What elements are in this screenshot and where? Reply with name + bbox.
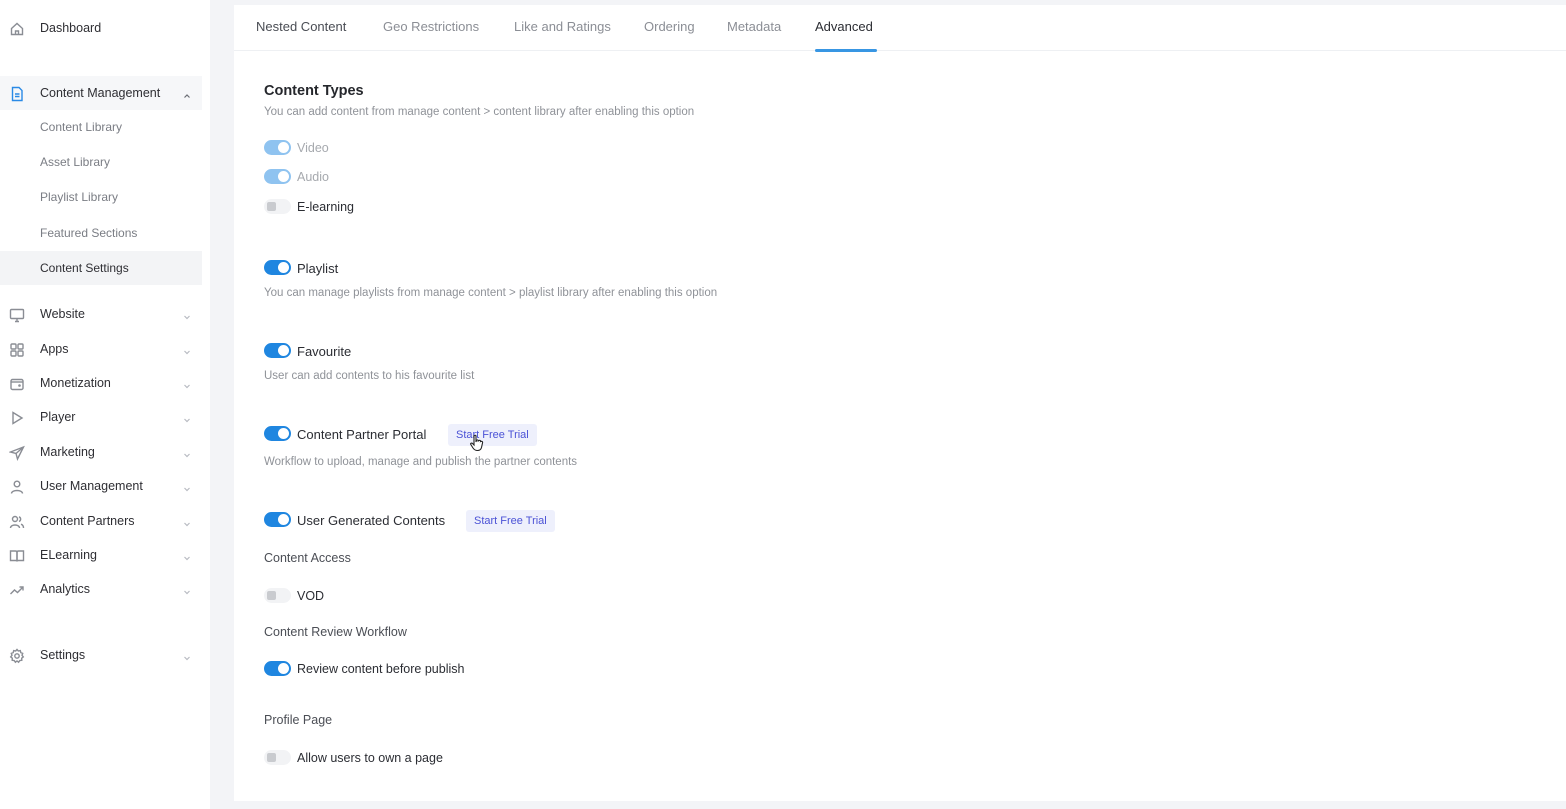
tab-ordering[interactable]: Ordering (644, 19, 695, 34)
send-icon (8, 444, 26, 462)
sidebar-item-content-partners[interactable]: Content Partners (0, 504, 202, 538)
sidebar-item-label: Player (40, 410, 76, 424)
video-toggle[interactable] (264, 140, 291, 155)
tab-geo-restrictions[interactable]: Geo Restrictions (383, 19, 479, 34)
favourite-description: User can add contents to his favourite l… (264, 370, 475, 382)
user-generated-contents-start-trial-button[interactable]: Start Free Trial (466, 510, 555, 532)
playlist-description: You can manage playlists from manage con… (264, 287, 718, 299)
sidebar-item-label: Analytics (40, 582, 91, 596)
content-types-description: You can add content from manage content … (264, 106, 695, 118)
sidebar-item-label: Settings (40, 648, 86, 662)
settings-tabs: Nested Content Geo Restrictions Like and… (234, 5, 1566, 52)
sidebar-item-label: Marketing (40, 445, 95, 459)
gear-icon (8, 647, 26, 665)
sidebar-item-label: Content Management (40, 86, 161, 100)
sidebar-subitem-label: Content Settings (40, 261, 129, 275)
sidebar-subitem-content-settings[interactable]: Content Settings (0, 251, 202, 285)
sidebar-subitem-asset-library[interactable]: Asset Library (0, 145, 202, 179)
trend-icon (8, 581, 26, 599)
sidebar-item-label: Content Partners (40, 514, 135, 528)
allow-own-page-toggle[interactable] (264, 750, 291, 765)
review-before-publish-label: Review content before publish (297, 662, 465, 676)
content-partner-portal-description: Workflow to upload, manage and publish t… (264, 456, 578, 468)
sidebar-item-label: Website (40, 307, 85, 321)
chevron-down-icon[interactable] (182, 344, 192, 355)
sidebar-item-label: ELearning (40, 548, 97, 562)
monitor-icon (8, 306, 26, 324)
chevron-up-icon[interactable] (182, 88, 192, 98)
sidebar-subitem-label: Content Library (40, 120, 123, 134)
audio-label: Audio (297, 170, 329, 184)
vod-label: VOD (297, 589, 325, 603)
sidebar-item-dashboard[interactable]: Dashboard (0, 11, 202, 45)
sidebar-item-monetization[interactable]: Monetization (0, 366, 202, 400)
grid-icon (8, 341, 26, 359)
sidebar-item-label: User Management (40, 479, 143, 493)
content-partner-portal-start-trial-button[interactable]: Start Free Trial (448, 424, 537, 446)
sidebar-item-apps[interactable]: Apps (0, 332, 202, 366)
sidebar-subitem-content-library[interactable]: Content Library (0, 110, 202, 144)
home-icon (8, 20, 26, 38)
content-access-heading: Content Access (264, 551, 351, 565)
chevron-down-icon[interactable] (182, 309, 192, 320)
sidebar-item-player[interactable]: Player (0, 400, 202, 434)
content-settings-panel: Nested Content Geo Restrictions Like and… (234, 5, 1566, 801)
content-review-workflow-heading: Content Review Workflow (264, 625, 407, 639)
playlist-label: Playlist (297, 260, 339, 276)
elearning-label: E-learning (297, 200, 354, 214)
chevron-down-icon[interactable] (182, 481, 192, 492)
sidebar-item-user-management[interactable]: User Management (0, 469, 202, 503)
sidebar-item-settings[interactable]: Settings (0, 638, 202, 672)
sidebar: Dashboard Content Management Content Lib… (0, 0, 210, 809)
chevron-down-icon[interactable] (182, 378, 192, 389)
content-partner-portal-toggle[interactable] (264, 426, 291, 441)
chevron-down-icon[interactable] (182, 447, 192, 458)
sidebar-item-label: Monetization (40, 376, 111, 390)
chevron-down-icon[interactable] (182, 550, 192, 561)
audio-toggle[interactable] (264, 169, 291, 184)
sidebar-item-label: Apps (40, 342, 69, 356)
user-generated-contents-toggle[interactable] (264, 512, 291, 527)
wallet-icon (8, 375, 26, 393)
chevron-down-icon[interactable] (182, 584, 192, 595)
content-partner-portal-label: Content Partner Portal (297, 426, 427, 442)
users-icon (8, 513, 26, 531)
sidebar-subitem-label: Featured Sections (40, 226, 138, 240)
sidebar-subitem-featured-sections[interactable]: Featured Sections (0, 216, 202, 250)
profile-page-heading: Profile Page (264, 713, 333, 727)
sidebar-item-analytics[interactable]: Analytics (0, 572, 202, 606)
chevron-down-icon[interactable] (182, 516, 192, 527)
sidebar-item-content-management[interactable]: Content Management (0, 76, 202, 110)
sidebar-item-label: Dashboard (40, 21, 102, 35)
tab-like-and-ratings[interactable]: Like and Ratings (514, 19, 611, 34)
chevron-down-icon[interactable] (182, 650, 192, 661)
play-icon (8, 409, 26, 427)
user-generated-contents-label: User Generated Contents (297, 512, 446, 528)
tab-nested-content[interactable]: Nested Content (256, 19, 346, 34)
active-tab-indicator (815, 49, 877, 52)
content-types-title: Content Types (264, 83, 364, 99)
playlist-toggle[interactable] (264, 260, 291, 275)
tab-metadata[interactable]: Metadata (727, 19, 781, 34)
video-label: Video (297, 141, 329, 155)
sidebar-subitem-label: Playlist Library (40, 190, 119, 204)
sidebar-item-marketing[interactable]: Marketing (0, 435, 202, 469)
elearning-toggle[interactable] (264, 199, 291, 214)
book-icon (8, 547, 26, 565)
tab-advanced[interactable]: Advanced (815, 19, 873, 34)
user-icon (8, 478, 26, 496)
favourite-label: Favourite (297, 343, 352, 359)
allow-own-page-label: Allow users to own a page (297, 751, 443, 765)
review-before-publish-toggle[interactable] (264, 661, 291, 676)
favourite-toggle[interactable] (264, 343, 291, 358)
sidebar-subitem-playlist-library[interactable]: Playlist Library (0, 180, 202, 214)
vod-toggle[interactable] (264, 588, 291, 603)
sidebar-subitem-label: Asset Library (40, 155, 111, 169)
chevron-down-icon[interactable] (182, 412, 192, 423)
sidebar-item-website[interactable]: Website (0, 297, 202, 331)
sidebar-item-elearning[interactable]: ELearning (0, 538, 202, 572)
document-icon (8, 85, 26, 103)
hand-cursor-icon (470, 434, 484, 452)
